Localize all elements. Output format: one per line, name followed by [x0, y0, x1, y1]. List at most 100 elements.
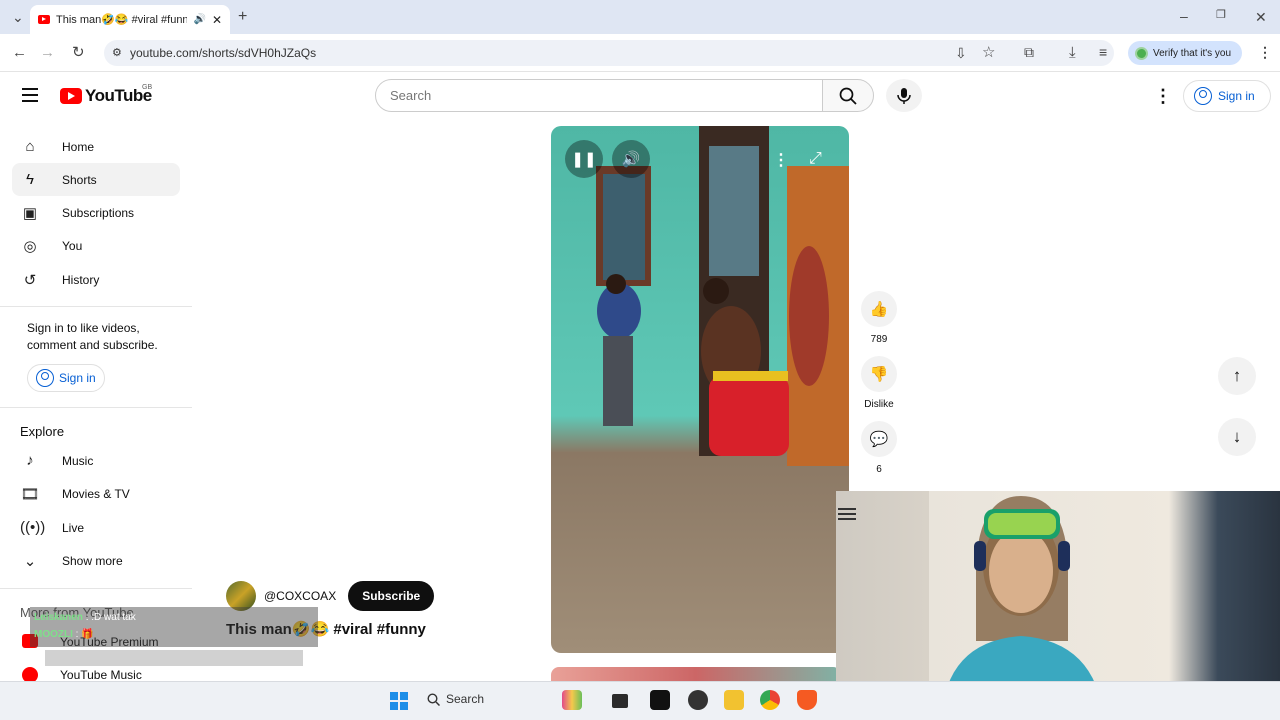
- window-close-icon[interactable]: ✕: [1255, 10, 1267, 24]
- chat-line: Leiskanen : :D wat tak: [34, 609, 314, 626]
- youtube-logo[interactable]: YouTube: [60, 86, 152, 106]
- voice-search-button[interactable]: [886, 79, 922, 112]
- history-icon: ↺: [23, 271, 37, 289]
- sidebar-item-label: History: [62, 272, 100, 287]
- thumbs-down-icon: 👎: [869, 366, 889, 383]
- comment-icon: 💬: [869, 431, 889, 448]
- sidebar-signin-button[interactable]: Sign in: [27, 364, 105, 392]
- settings-more-icon[interactable]: ⋮: [1154, 86, 1172, 107]
- restore-icon[interactable]: ❐: [1216, 10, 1226, 21]
- tab-close-icon[interactable]: ✕: [212, 13, 222, 27]
- tab-title: This man🤣😂 #viral #funn: [56, 14, 188, 26]
- search-button[interactable]: [822, 79, 874, 112]
- media-controls-icon[interactable]: ≡: [1099, 45, 1107, 59]
- signin-message: Sign in to like videos, comment and subs…: [27, 321, 158, 352]
- sidebar-item-label: You: [62, 238, 83, 253]
- task-view-icon[interactable]: [612, 694, 628, 708]
- sidebar-signin-label: Sign in: [59, 371, 96, 385]
- sidebar-item-label: Movies & TV: [62, 486, 130, 501]
- sidebar-item-label: Live: [62, 520, 85, 535]
- like-count: 789: [870, 334, 888, 345]
- fullscreen-icon[interactable]: ⤢: [809, 150, 822, 168]
- forward-icon[interactable]: →: [40, 45, 55, 60]
- youtube-logo-icon: [60, 88, 82, 104]
- sidebar-item-shorts[interactable]: ϟ Shorts: [12, 163, 180, 196]
- sidebar-divider: [0, 407, 192, 408]
- sidebar-item-music-app[interactable]: YouTube Music: [60, 668, 142, 682]
- sidebar-show-more[interactable]: ⌄ Show more: [12, 544, 180, 577]
- taskbar-search[interactable]: Search: [427, 692, 484, 706]
- sidebar-item-movies[interactable]: 🎞 Movies & TV: [12, 477, 180, 510]
- sidebar-item-subscriptions[interactable]: ▣ Subscriptions: [12, 196, 180, 229]
- sidebar-item-home[interactable]: ⌂ Home: [12, 130, 180, 163]
- sidebar-item-label: Shorts: [62, 172, 97, 187]
- windows-taskbar: [0, 681, 1280, 720]
- sidebar-item-you[interactable]: ◎ You: [12, 229, 180, 262]
- browser-menu-icon[interactable]: ⋮: [1258, 45, 1272, 59]
- extensions-icon[interactable]: ⧉: [1024, 45, 1034, 59]
- install-app-icon[interactable]: ⇩: [955, 46, 967, 60]
- arrow-down-icon: ↓: [1232, 427, 1242, 446]
- arrow-up-icon: ↑: [1232, 366, 1242, 385]
- chat-message: : :D wat tak: [85, 612, 136, 623]
- windows-start-icon[interactable]: [390, 692, 408, 710]
- movies-icon: 🎞: [20, 485, 40, 503]
- search-icon: [839, 87, 857, 105]
- taskbar-search-label: Search: [446, 692, 485, 706]
- browser-tab[interactable]: This man🤣😂 #viral #funn 🔊 ✕: [30, 5, 230, 34]
- verify-identity-button[interactable]: Verify that it's you: [1128, 41, 1242, 65]
- video-more-icon[interactable]: ⋮: [773, 150, 789, 170]
- widgets-icon[interactable]: [562, 690, 582, 710]
- comment-count: 6: [876, 464, 882, 475]
- dislike-button[interactable]: 👎: [861, 356, 897, 392]
- search-input[interactable]: Search: [375, 79, 823, 112]
- tab-list-chevron-icon[interactable]: ⌄: [12, 10, 24, 24]
- live-icon: ((•)): [20, 519, 46, 536]
- profile-dot-icon: [1135, 46, 1148, 60]
- next-short-preview[interactable]: [551, 667, 841, 681]
- menu-icon[interactable]: [22, 88, 38, 102]
- app-icon[interactable]: [650, 690, 670, 710]
- downloads-icon[interactable]: ⤓: [1069, 45, 1076, 60]
- next-short-button[interactable]: ↓: [1218, 418, 1256, 456]
- file-explorer-icon[interactable]: [724, 690, 744, 710]
- subscribe-button[interactable]: Subscribe: [348, 581, 435, 611]
- mute-button[interactable]: 🔊: [612, 140, 650, 178]
- reload-icon[interactable]: ↻: [72, 45, 85, 60]
- brave-icon[interactable]: [797, 690, 817, 710]
- sidebar-item-label: Subscriptions: [62, 205, 135, 220]
- short-video-player[interactable]: ❚❚ 🔊 ⋮ ⤢: [551, 126, 849, 653]
- tab-audio-icon[interactable]: 🔊: [193, 14, 205, 25]
- back-icon[interactable]: ←: [12, 45, 27, 60]
- obs-icon[interactable]: [688, 690, 708, 710]
- chrome-icon[interactable]: [760, 690, 780, 710]
- chat-message: : 🎁: [75, 629, 94, 640]
- header-signin-button[interactable]: Sign in: [1183, 80, 1271, 112]
- chevron-down-icon: ⌄: [23, 552, 37, 570]
- comments-button[interactable]: 💬: [861, 421, 897, 457]
- like-button[interactable]: 👍: [861, 291, 897, 327]
- sidebar-item-history[interactable]: ↺ History: [12, 263, 180, 296]
- dislike-label: Dislike: [864, 399, 894, 410]
- bookmark-star-icon[interactable]: ☆: [982, 45, 995, 60]
- home-icon: ⌂: [25, 138, 35, 155]
- sidebar-item-label: Music: [62, 453, 94, 468]
- pause-button[interactable]: ❚❚: [565, 140, 603, 178]
- sidebar-item-label: Home: [62, 139, 95, 154]
- minimize-icon[interactable]: –: [1180, 9, 1188, 23]
- sidebar-item-music[interactable]: ♪ Music: [12, 444, 180, 477]
- sidebar-item-label: Show more: [62, 553, 123, 568]
- shorts-icon: ϟ: [26, 171, 34, 188]
- new-tab-icon[interactable]: +: [238, 9, 247, 25]
- channel-name[interactable]: @COXCOAX: [264, 589, 336, 603]
- chat-input-bar: [45, 650, 303, 666]
- sidebar-item-live[interactable]: ((•)) Live: [12, 511, 180, 544]
- sidebar-divider: [0, 306, 192, 307]
- subscriptions-icon: ▣: [22, 204, 38, 222]
- music-icon: ♪: [26, 452, 34, 469]
- pause-icon: ❚❚: [571, 151, 597, 168]
- explore-heading: Explore: [20, 424, 65, 439]
- site-info-icon[interactable]: ⚙: [112, 46, 122, 59]
- url-text: youtube.com/shorts/sdVH0hJZaQs: [130, 46, 317, 60]
- previous-short-button[interactable]: ↑: [1218, 357, 1256, 395]
